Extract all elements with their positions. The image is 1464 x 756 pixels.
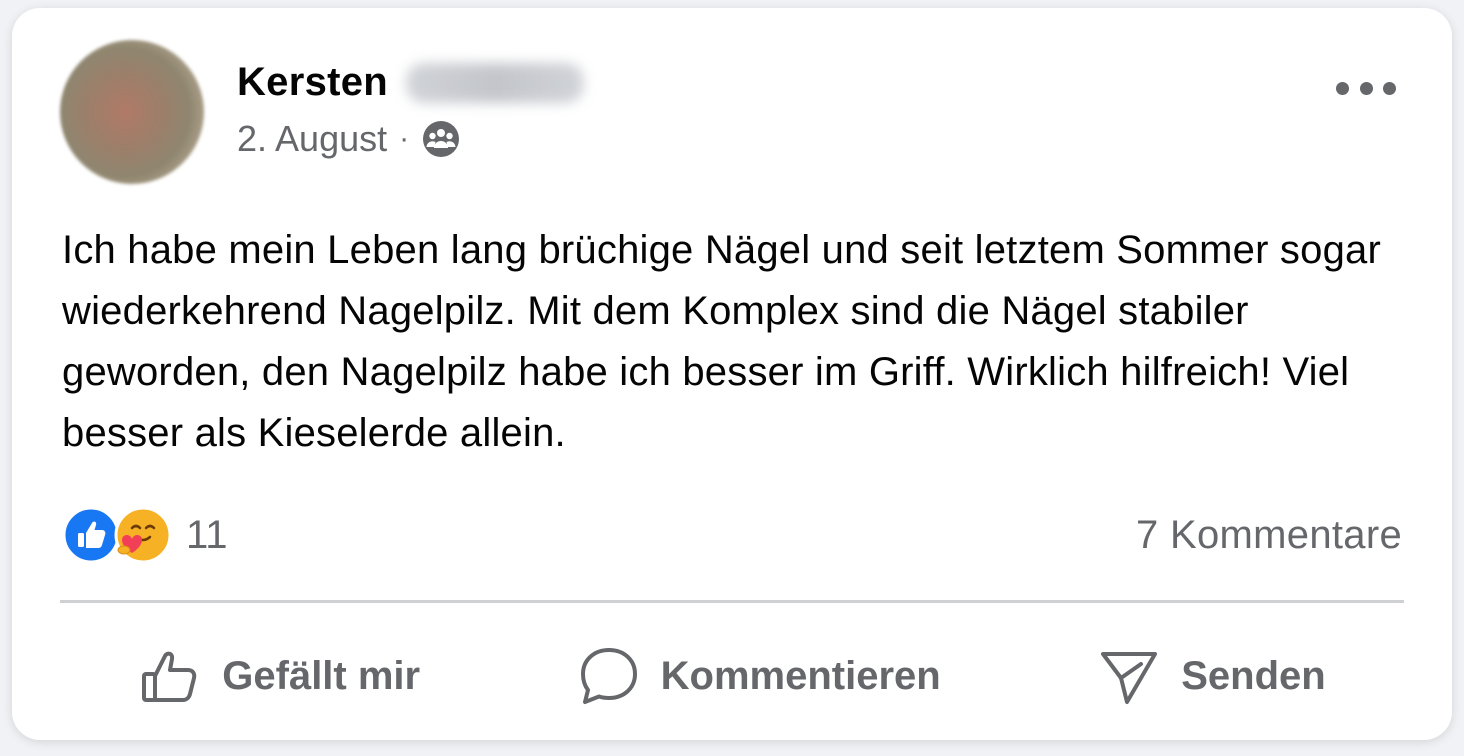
- comment-button[interactable]: Kommentieren: [577, 644, 941, 708]
- reaction-count: 11: [186, 512, 228, 557]
- send-label: Senden: [1181, 653, 1326, 698]
- like-icon: [62, 506, 120, 564]
- post-meta: 2. August ·: [237, 118, 461, 160]
- comment-bubble-icon: [580, 648, 637, 704]
- meta-separator: ·: [399, 122, 410, 155]
- thumbs-up-icon: [142, 651, 197, 702]
- more-dot-icon: [1359, 81, 1373, 95]
- group-icon[interactable]: [421, 119, 461, 159]
- divider: [60, 600, 1404, 603]
- post-text: Ich habe mein Leben lang brüchige Nägel …: [62, 228, 1381, 455]
- like-button[interactable]: Gefällt mir: [138, 644, 420, 708]
- more-options-button[interactable]: [1336, 68, 1396, 108]
- action-bar: Gefällt mir Kommentieren Senden: [60, 628, 1404, 724]
- comment-label: Kommentieren: [660, 653, 941, 698]
- avatar[interactable]: [60, 40, 204, 184]
- more-dot-icon: [1383, 81, 1396, 95]
- more-dot-icon: [1336, 81, 1349, 95]
- reactions-summary[interactable]: 11: [62, 506, 228, 564]
- comments-count-link[interactable]: 7 Kommentare: [1136, 513, 1402, 558]
- send-icon: [1101, 652, 1158, 704]
- post-card: Kersten 2. August · Ich habe mein Leben …: [12, 8, 1452, 740]
- like-label: Gefällt mir: [222, 653, 421, 698]
- care-icon: [114, 506, 172, 564]
- author-last-name-redacted: [406, 62, 585, 103]
- author-name[interactable]: Kersten: [237, 60, 388, 105]
- post-date[interactable]: 2. August: [237, 118, 387, 160]
- author-row: Kersten: [237, 60, 585, 105]
- send-button[interactable]: Senden: [1097, 644, 1326, 708]
